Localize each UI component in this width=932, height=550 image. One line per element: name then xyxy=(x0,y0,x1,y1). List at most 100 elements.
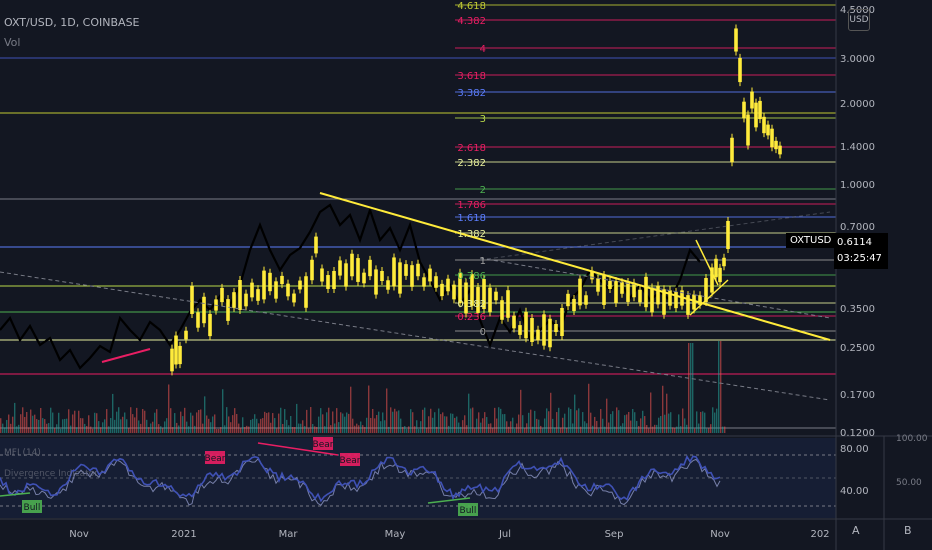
fib-level-label: 1.786 xyxy=(457,200,486,211)
volume-bar xyxy=(154,412,156,433)
price-candle xyxy=(220,287,224,303)
volume-bar xyxy=(118,407,120,433)
price-candle xyxy=(170,348,174,372)
volume-bar xyxy=(128,427,130,433)
volume-bar xyxy=(370,417,372,433)
volume-bar xyxy=(60,428,62,433)
price-candle xyxy=(380,271,384,281)
volume-bar xyxy=(132,414,134,433)
volume-bar xyxy=(606,398,608,433)
ticker-label: OXTUSD xyxy=(790,235,832,246)
price-candle xyxy=(494,291,498,301)
volume-bar xyxy=(172,427,174,433)
currency-button[interactable]: USD xyxy=(848,9,870,31)
price-candle xyxy=(356,258,360,282)
volume-bar xyxy=(710,424,712,433)
volume-bar xyxy=(668,413,670,433)
volume-bar xyxy=(156,409,158,433)
volume-bar xyxy=(402,426,404,433)
volume-bar xyxy=(470,408,472,433)
volume-bar xyxy=(466,425,468,433)
volume-bar xyxy=(630,420,632,433)
indicator-axis-tick: 40.00 xyxy=(840,486,869,497)
volume-bar xyxy=(616,407,618,433)
volume-bar xyxy=(598,428,600,433)
volume-bar xyxy=(412,412,414,433)
volume-bar xyxy=(472,407,474,433)
volume-bar xyxy=(706,428,708,433)
volume-bar xyxy=(134,417,136,433)
price-candle xyxy=(286,283,290,297)
price-candle xyxy=(518,325,522,335)
volume-bar xyxy=(330,425,332,433)
price-candle xyxy=(770,128,774,148)
volume-bar xyxy=(430,408,432,433)
price-candle xyxy=(422,277,426,287)
volume-bar xyxy=(98,421,100,433)
price-candle xyxy=(386,280,390,290)
volume-bars xyxy=(0,341,726,433)
volume-bar xyxy=(622,423,624,433)
price-candle xyxy=(774,140,778,150)
price-candle xyxy=(578,278,582,306)
volume-bar xyxy=(320,408,322,433)
fib-level-label: 0.786 xyxy=(457,271,486,282)
volume-bar xyxy=(672,427,674,433)
volume-bar xyxy=(614,426,616,433)
volume-bar xyxy=(492,428,494,433)
volume-bar xyxy=(646,425,648,433)
volume-bar xyxy=(600,409,602,433)
volume-bar xyxy=(304,426,306,433)
volume-bar xyxy=(188,426,190,433)
last-price-box: 0.6114 03:25:47 xyxy=(834,233,888,269)
volume-bar xyxy=(722,426,724,433)
volume-bar xyxy=(252,418,254,433)
fib-level-label: 4.382 xyxy=(457,16,486,27)
volume-bar xyxy=(66,418,68,433)
volume-bar xyxy=(82,418,84,433)
volume-bar xyxy=(398,410,400,433)
volume-bar xyxy=(262,418,264,433)
time-axis-tick: May xyxy=(385,529,406,540)
scale-button-b[interactable]: B xyxy=(904,524,912,537)
price-candle xyxy=(304,276,308,308)
volume-bar xyxy=(292,426,294,433)
volume-bar xyxy=(108,426,110,433)
volume-bar xyxy=(502,414,504,433)
price-chart[interactable]: 4.618 4.382 4 3.618 3.382 3 2.618 2.382 2 1.786 1.… xyxy=(0,0,932,550)
time-axis-tick: Nov xyxy=(710,529,730,540)
price-candle xyxy=(650,287,654,313)
volume-bar xyxy=(284,409,286,433)
price-candle xyxy=(178,345,182,365)
price-candle xyxy=(320,268,324,282)
volume-bar xyxy=(590,412,592,433)
volume-bar xyxy=(620,425,622,433)
volume-bar xyxy=(256,418,258,433)
indicator-right-tick: 100.00 xyxy=(896,434,928,444)
price-candle xyxy=(190,286,194,314)
time-axis-tick: Mar xyxy=(279,529,299,540)
volume-bar xyxy=(196,412,198,433)
scale-button-a[interactable]: A xyxy=(852,524,860,537)
volume-bar xyxy=(300,423,302,433)
volume-bar xyxy=(546,408,548,433)
volume-bar xyxy=(716,408,718,433)
volume-bar xyxy=(580,426,582,433)
price-candle xyxy=(536,329,540,341)
price-candle xyxy=(730,137,734,163)
volume-bar xyxy=(698,423,700,433)
price-candle xyxy=(620,282,624,294)
volume-bar xyxy=(124,412,126,433)
price-axis-tick: 1.4000 xyxy=(840,142,875,153)
volume-bar xyxy=(642,410,644,433)
volume-bar xyxy=(6,419,8,433)
volume-bar xyxy=(218,428,220,433)
volume-bar xyxy=(362,425,364,433)
volume-bar xyxy=(62,419,64,433)
price-candle xyxy=(202,296,206,324)
volume-bar xyxy=(610,414,612,433)
volume-bar xyxy=(224,425,226,433)
volume-bar xyxy=(462,420,464,433)
price-candle xyxy=(656,285,660,305)
price-candle xyxy=(614,281,618,303)
